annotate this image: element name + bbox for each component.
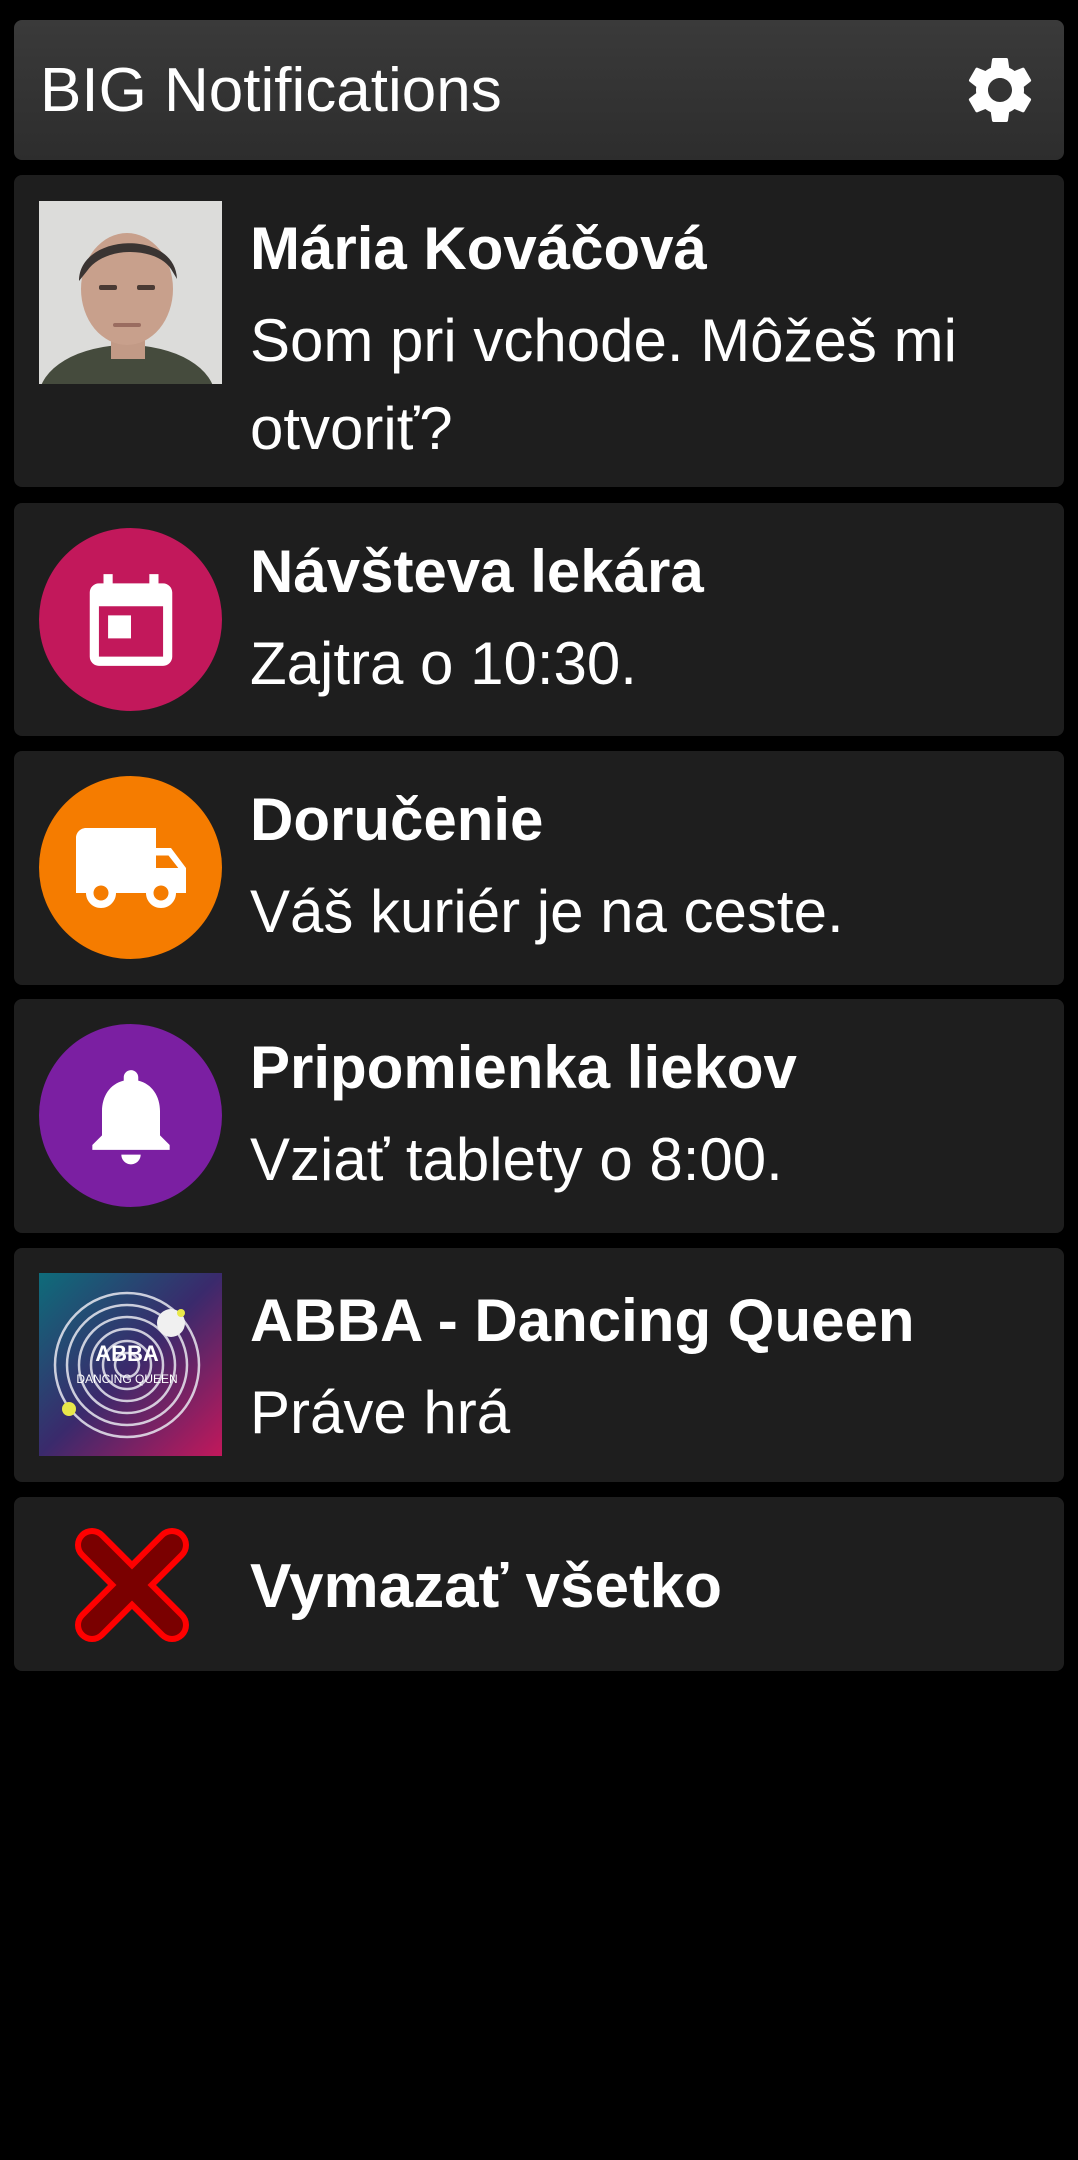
notification-title: Návšteva lekára xyxy=(250,538,704,605)
notification-body: Práve hrá xyxy=(250,1379,511,1446)
notification-title: Doručenie xyxy=(250,786,544,853)
gear-icon xyxy=(968,57,1032,122)
notification-title: ABBA - Dancing Queen xyxy=(250,1287,915,1354)
app-title: BIG Notifications xyxy=(40,56,502,125)
bell-icon xyxy=(91,1069,170,1164)
notification-body: Zajtra o 10:30. xyxy=(250,630,637,697)
album-art-title: ABBA xyxy=(95,1341,159,1366)
calendar-icon-badge xyxy=(39,528,222,711)
album-art: ABBA DANCING QUEEN xyxy=(39,1273,222,1456)
notification-body: Váš kuriér je na ceste. xyxy=(250,878,844,945)
notification-card-calendar[interactable]: Návšteva lekára Zajtra o 10:30. xyxy=(14,503,1064,736)
notification-card-delivery[interactable]: Doručenie Váš kuriér je na ceste. xyxy=(14,751,1064,985)
notifications-screen: BIG Notifications Mária Kováčová Som pri… xyxy=(0,0,1078,2160)
truck-icon-badge xyxy=(39,776,222,959)
calendar-icon xyxy=(89,573,172,666)
truck-icon xyxy=(75,827,186,908)
contact-photo xyxy=(39,201,222,449)
app-header: BIG Notifications xyxy=(14,20,1064,160)
notification-body: Vziať tablety o 8:00. xyxy=(250,1126,783,1193)
bell-icon-badge xyxy=(39,1024,222,1207)
notification-card-reminder[interactable]: Pripomienka liekov Vziať tablety o 8:00. xyxy=(14,999,1064,1233)
notification-title: Mária Kováčová xyxy=(250,215,707,282)
notification-card-message[interactable]: Mária Kováčová Som pri vchode. Môžeš mi … xyxy=(14,175,1064,487)
clear-all-label: Vymazať všetko xyxy=(250,1552,722,1621)
clear-all-button[interactable]: Vymazať všetko xyxy=(14,1497,1064,1671)
settings-button[interactable] xyxy=(958,48,1042,132)
notification-body: Som pri vchode. Môžeš mi otvoriť? xyxy=(250,307,957,462)
close-icon xyxy=(75,1528,189,1642)
notification-card-media[interactable]: ABBA DANCING QUEEN ABBA - Dancing Queen … xyxy=(14,1248,1064,1482)
album-art-subtitle: DANCING QUEEN xyxy=(76,1372,177,1386)
notification-title: Pripomienka liekov xyxy=(250,1034,797,1101)
